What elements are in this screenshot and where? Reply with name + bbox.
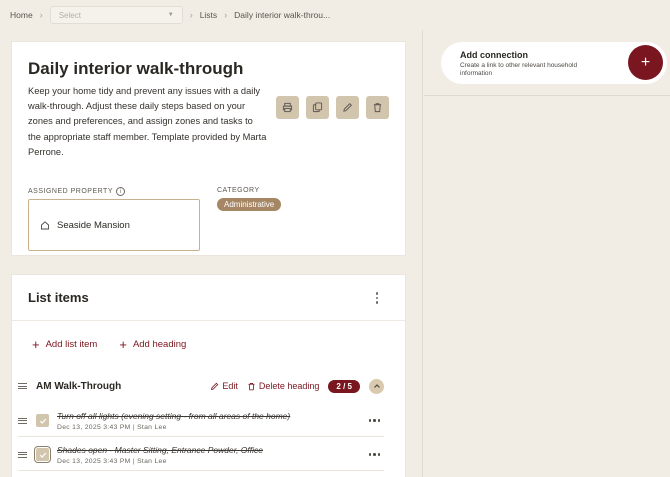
assigned-property-card[interactable]: Seaside Mansion — [28, 199, 200, 251]
add-actions: + Add list item + Add heading — [32, 338, 186, 351]
drag-handle-icon[interactable] — [18, 383, 27, 389]
section-heading-row: AM Walk-Through Edit Delete heading 2 / … — [18, 377, 384, 395]
print-button[interactable] — [276, 96, 299, 119]
edit-button[interactable] — [336, 96, 359, 119]
duplicate-button[interactable] — [306, 96, 329, 119]
assigned-property-name: Seaside Mansion — [57, 219, 130, 231]
category-badge: Administrative — [217, 198, 282, 211]
breadcrumb-lists[interactable]: Lists — [200, 10, 217, 20]
assigned-property-label: ASSIGNED PROPERTY i — [28, 187, 126, 196]
task-meta: Dec 13, 2025 3:43 PM | Stan Lee — [57, 423, 167, 431]
list-items-card: List items + Add list item + Add heading… — [11, 274, 406, 477]
add-connection-card[interactable]: Add connection Create a link to other re… — [441, 42, 667, 84]
add-connection-button[interactable]: + — [628, 45, 663, 80]
add-connection-subtitle: Create a link to other relevant househol… — [460, 62, 578, 77]
add-list-item-button[interactable]: + Add list item — [32, 338, 97, 351]
task-name: Shades open - Master Sitting, Entrance P… — [57, 444, 263, 455]
trash-icon — [373, 103, 382, 113]
more-options-icon[interactable] — [368, 419, 380, 422]
property-select[interactable]: Select ▼ — [49, 6, 183, 24]
drag-handle-icon[interactable] — [18, 451, 27, 458]
edit-heading-button[interactable]: Edit — [210, 381, 238, 391]
home-icon — [41, 221, 49, 230]
more-options-icon[interactable] — [375, 292, 379, 304]
chevron-right-icon: › — [224, 10, 228, 20]
add-heading-button[interactable]: + Add heading — [119, 338, 186, 351]
info-icon[interactable]: i — [116, 187, 126, 196]
add-connection-title: Add connection — [460, 50, 528, 60]
collapse-button[interactable] — [369, 378, 384, 394]
list-details-card: Daily interior walk-through Keep your ho… — [11, 41, 406, 256]
chevron-up-icon — [373, 384, 380, 388]
pencil-icon — [343, 103, 352, 112]
page-title: Daily interior walk-through — [28, 59, 244, 78]
main-column: Daily interior walk-through Keep your ho… — [0, 30, 423, 477]
list-item: Shades open - Master Sitting, Entrance P… — [18, 439, 384, 471]
plus-icon: + — [119, 337, 127, 352]
select-placeholder: Select — [58, 10, 81, 20]
chevron-right-icon: › — [189, 10, 193, 20]
edit-heading-label: Edit — [222, 381, 238, 391]
assigned-property-label-text: ASSIGNED PROPERTY — [28, 188, 114, 195]
breadcrumb-current: Daily interior walk-throu... — [234, 10, 331, 20]
list-item: Turn off all lights (evening setting - f… — [18, 405, 384, 437]
connections-panel: Add connection Create a link to other re… — [424, 30, 670, 477]
breadcrumb-home[interactable]: Home — [10, 10, 33, 20]
plus-icon: + — [32, 337, 40, 352]
copy-icon — [312, 102, 323, 113]
plus-icon: + — [640, 53, 651, 71]
completion-count-badge: 2 / 5 — [328, 379, 360, 393]
list-actions — [276, 96, 389, 119]
pencil-icon — [211, 382, 219, 390]
divider — [12, 320, 405, 321]
list-description: Keep your home tidy and prevent any issu… — [28, 86, 267, 157]
check-icon — [39, 418, 46, 424]
delete-heading-button[interactable]: Delete heading — [247, 381, 320, 391]
printer-icon — [282, 102, 293, 113]
category-label: CATEGORY — [217, 187, 260, 194]
check-icon — [39, 452, 46, 458]
chevron-down-icon: ▼ — [167, 12, 174, 18]
drag-handle-icon[interactable] — [18, 417, 27, 424]
chevron-right-icon: › — [39, 10, 43, 20]
task-meta: Dec 13, 2025 3:43 PM | Stan Lee — [57, 457, 167, 465]
list-items-title: List items — [28, 290, 89, 305]
task-checkbox[interactable] — [34, 446, 51, 463]
task-name: Turn off all lights (evening setting - f… — [57, 410, 291, 421]
add-heading-label: Add heading — [132, 339, 187, 350]
top-breadcrumb-bar: Home › Select ▼ › Lists › Daily interior… — [0, 0, 670, 30]
trash-icon — [248, 382, 255, 390]
delete-heading-label: Delete heading — [258, 381, 320, 391]
connections-header: Add connection Create a link to other re… — [424, 30, 670, 96]
section-title: AM Walk-Through — [36, 380, 122, 392]
delete-button[interactable] — [366, 96, 389, 119]
more-options-icon[interactable] — [368, 453, 380, 456]
add-list-item-label: Add list item — [45, 339, 98, 350]
task-checkbox[interactable] — [36, 414, 49, 427]
